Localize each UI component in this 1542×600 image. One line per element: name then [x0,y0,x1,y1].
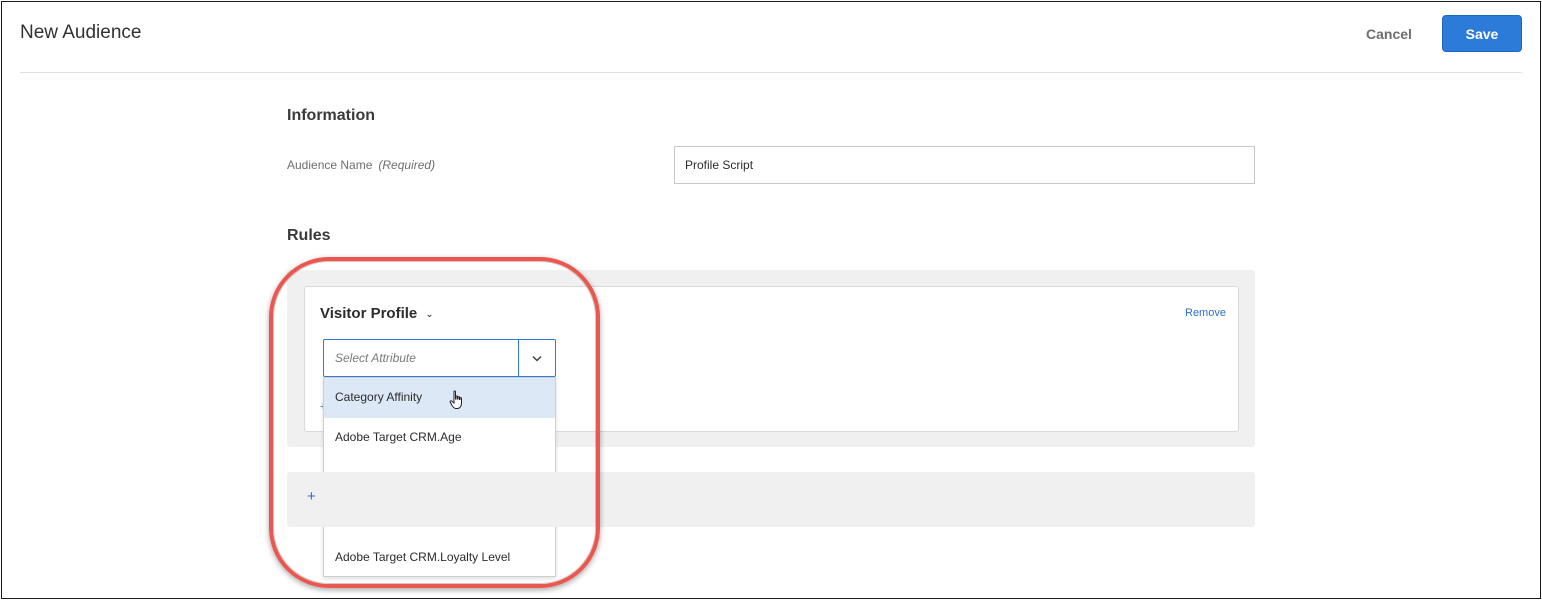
audience-name-input[interactable]: Profile Script [674,146,1255,184]
plus-icon[interactable]: + [307,488,316,505]
page-title: New Audience [20,22,142,43]
chevron-down-icon: ⌄ [425,308,434,320]
save-button[interactable]: Save [1442,15,1522,52]
attribute-option[interactable]: Adobe Target CRM.Loyalty Level [324,538,555,578]
chevron-down-icon[interactable] [519,340,555,376]
attribute-option[interactable]: Category Affinity [324,378,555,418]
attribute-option[interactable]: Adobe Target CRM.Age [324,418,555,458]
information-heading: Information [287,107,375,124]
rules-heading: Rules [287,227,331,244]
attribute-placeholder: Select Attribute [335,351,416,365]
rule-type-dropdown[interactable]: Visitor Profile ⌄ [320,305,434,322]
add-rule-panel [287,472,1255,527]
required-label: (Required) [378,158,436,172]
audience-name-label: Audience Name (Required) [287,158,435,172]
hand-cursor-icon [449,390,462,409]
rule-type-label: Visitor Profile [320,305,418,322]
remove-rule-link[interactable]: Remove [1185,307,1226,319]
attribute-select[interactable]: Select Attribute [323,339,556,377]
cancel-button[interactable]: Cancel [1355,22,1423,46]
header-divider [20,72,1522,73]
audience-name-label-text: Audience Name [287,158,373,172]
